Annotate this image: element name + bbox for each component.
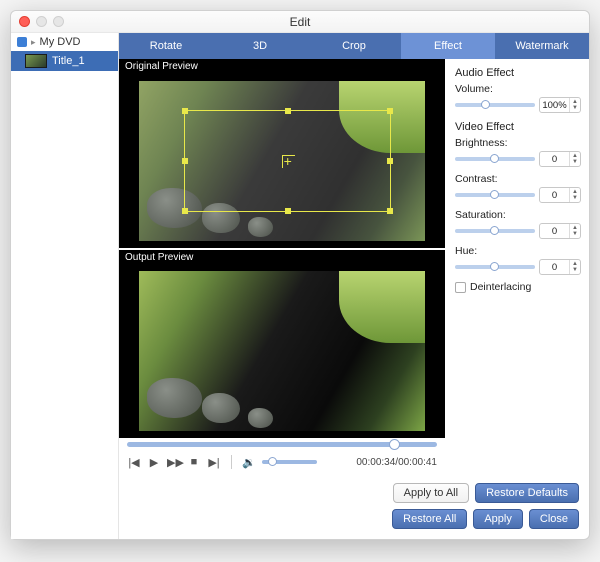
contrast-label: Contrast: xyxy=(455,173,581,185)
tab-3d[interactable]: 3D xyxy=(213,33,307,59)
audio-effect-title: Audio Effect xyxy=(455,67,581,79)
window-title: Edit xyxy=(11,15,589,29)
original-preview-label: Original Preview xyxy=(119,59,445,74)
titlebar: Edit xyxy=(11,11,589,33)
brightness-label: Brightness: xyxy=(455,137,581,149)
brightness-stepper[interactable]: 0 ▲▼ xyxy=(539,151,581,167)
sidebar: ▸ My DVD Title_1 xyxy=(11,33,119,539)
tab-bar: Rotate 3D Crop Effect Watermark xyxy=(119,33,589,59)
ff-button[interactable]: ▶▶ xyxy=(167,456,181,469)
disc-icon xyxy=(17,37,27,47)
tab-rotate[interactable]: Rotate xyxy=(119,33,213,59)
tab-watermark[interactable]: Watermark xyxy=(495,33,589,59)
stop-button[interactable]: ■ xyxy=(187,456,201,468)
prev-button[interactable]: |◀ xyxy=(127,456,141,469)
volume-stepper[interactable]: 100% ▲▼ xyxy=(539,97,581,113)
sidebar-root-label: My DVD xyxy=(40,36,81,48)
contrast-stepper[interactable]: 0 ▲▼ xyxy=(539,187,581,203)
original-preview: + xyxy=(119,74,445,248)
volume-label: Volume: xyxy=(455,83,581,95)
apply-button[interactable]: Apply xyxy=(473,509,523,529)
title-thumbnail xyxy=(25,54,47,68)
video-effect-title: Video Effect xyxy=(455,121,581,133)
output-preview-label: Output Preview xyxy=(119,250,445,265)
contrast-slider[interactable] xyxy=(455,193,535,197)
hue-label: Hue: xyxy=(455,245,581,257)
deinterlacing-checkbox[interactable]: Deinterlacing xyxy=(455,281,581,293)
edit-window: Edit ▸ My DVD Title_1 Rotate 3D Crop Eff… xyxy=(10,10,590,540)
volume-slider[interactable] xyxy=(455,103,535,107)
output-preview xyxy=(119,265,445,439)
sidebar-root[interactable]: ▸ My DVD xyxy=(11,33,118,51)
saturation-stepper[interactable]: 0 ▲▼ xyxy=(539,223,581,239)
tab-effect[interactable]: Effect xyxy=(401,33,495,59)
sidebar-item-title1[interactable]: Title_1 xyxy=(11,51,118,71)
playback-volume-slider[interactable] xyxy=(262,460,317,464)
timeline[interactable] xyxy=(119,438,445,451)
apply-to-all-button[interactable]: Apply to All xyxy=(393,483,469,503)
volume-icon[interactable]: 🔉 xyxy=(242,456,256,469)
playhead[interactable] xyxy=(389,439,400,450)
crop-center-icon: + xyxy=(284,153,292,169)
hue-slider[interactable] xyxy=(455,265,535,269)
hue-stepper[interactable]: 0 ▲▼ xyxy=(539,259,581,275)
timecode: 00:00:34/00:00:41 xyxy=(356,457,437,468)
play-button[interactable]: ▶ xyxy=(147,456,161,469)
tab-crop[interactable]: Crop xyxy=(307,33,401,59)
restore-all-button[interactable]: Restore All xyxy=(392,509,467,529)
playback-controls: |◀ ▶ ▶▶ ■ ▶| 🔉 00:00:34/00:00:41 xyxy=(119,451,445,477)
deinterlacing-label: Deinterlacing xyxy=(470,281,531,293)
crop-rectangle[interactable]: + xyxy=(184,110,391,212)
saturation-label: Saturation: xyxy=(455,209,581,221)
restore-defaults-button[interactable]: Restore Defaults xyxy=(475,483,579,503)
saturation-slider[interactable] xyxy=(455,229,535,233)
next-button[interactable]: ▶| xyxy=(207,456,221,469)
sidebar-item-label: Title_1 xyxy=(52,55,85,67)
chevron-right-icon: ▸ xyxy=(31,37,36,48)
close-button[interactable]: Close xyxy=(529,509,579,529)
effects-panel: Audio Effect Volume: 100% ▲▼ Video Effec… xyxy=(445,59,589,477)
brightness-slider[interactable] xyxy=(455,157,535,161)
checkbox-icon xyxy=(455,282,466,293)
